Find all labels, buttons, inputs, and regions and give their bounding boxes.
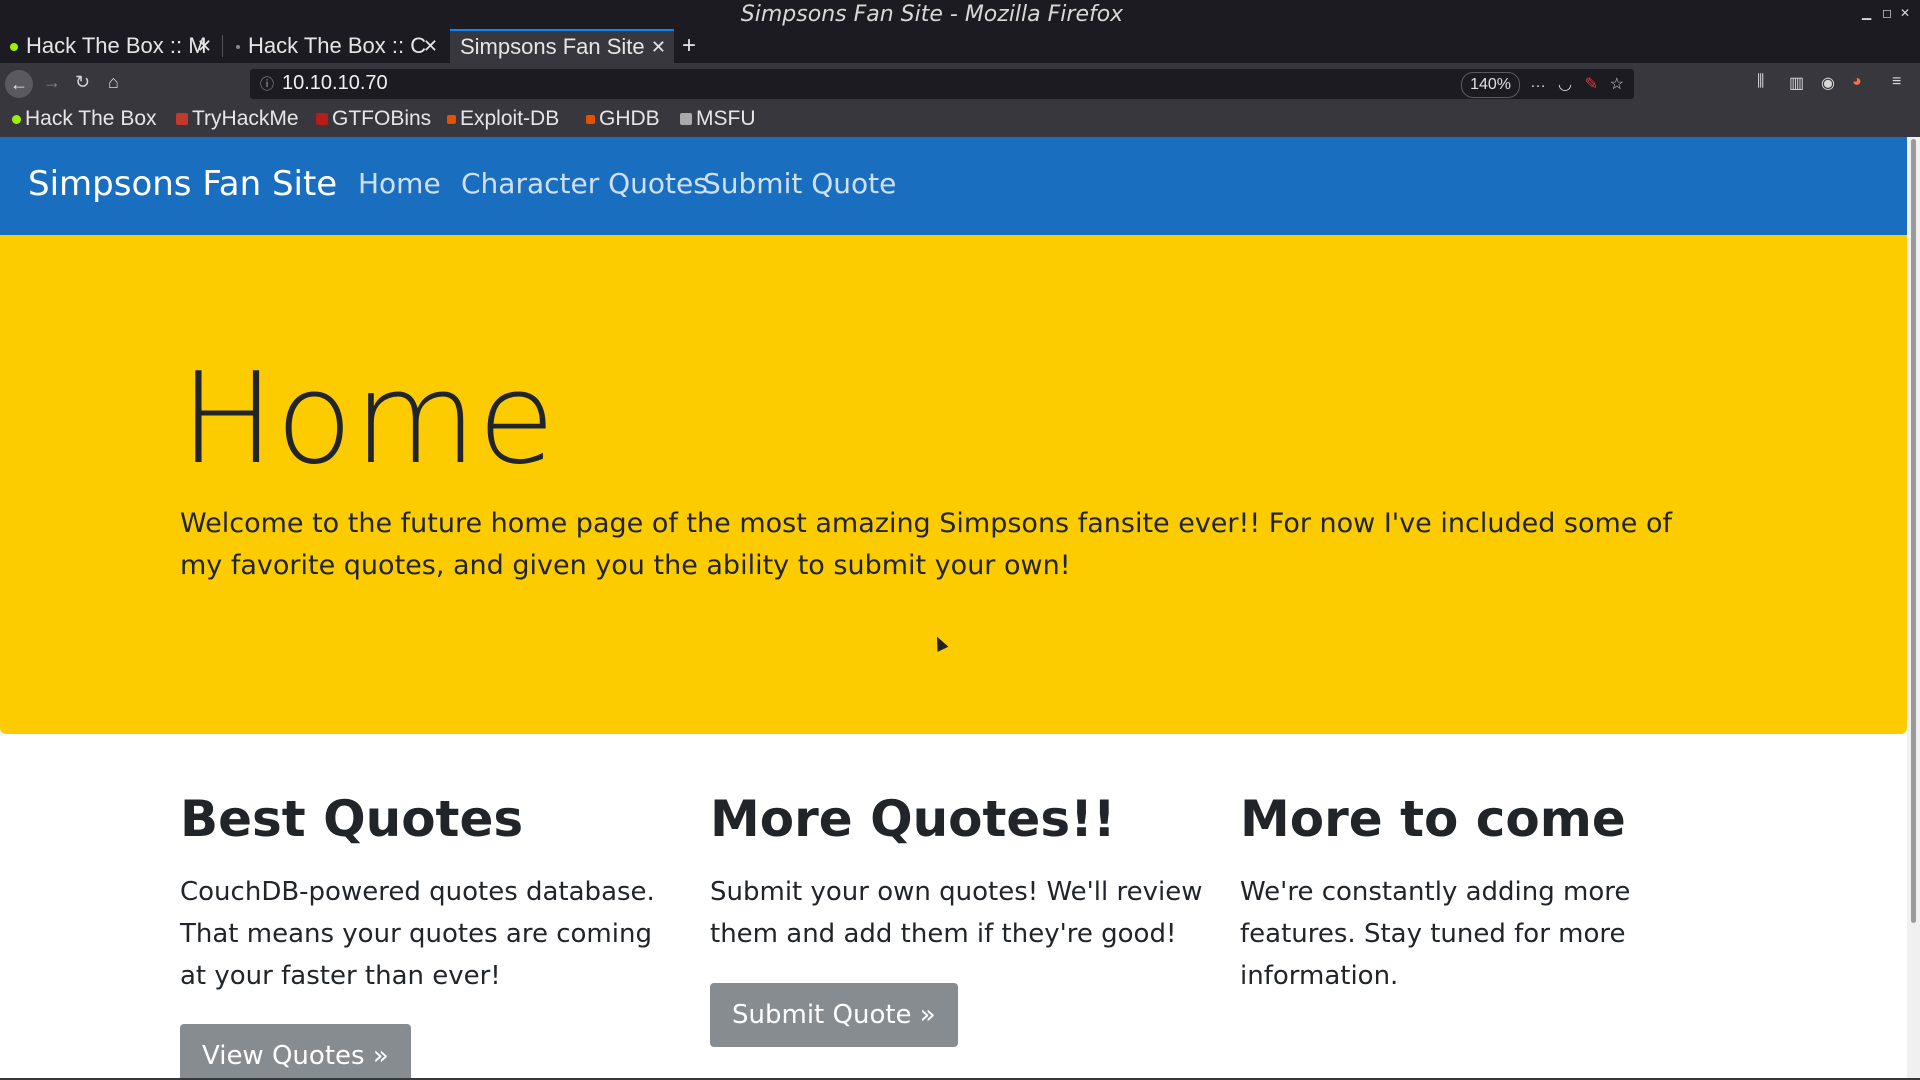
tab-favicon-icon xyxy=(10,43,18,52)
bookmark-label: Exploit-DB xyxy=(460,107,560,130)
scrollbar-thumb[interactable] xyxy=(1911,139,1916,923)
nav-home-link[interactable]: Home xyxy=(358,167,441,200)
tab-favicon-icon xyxy=(236,45,240,50)
site-info-icon[interactable]: ⓘ xyxy=(260,74,274,94)
bookmark-label: Hack The Box xyxy=(25,107,157,130)
column-text: Submit your own quotes! We'll review the… xyxy=(710,877,1203,949)
bookmarks-toolbar: Hack The Box TryHackMe GTFOBins Exploit-… xyxy=(0,105,1920,137)
bookmark-tryhackme-icon xyxy=(176,113,188,126)
tab-label: Hack The Box :: M xyxy=(26,33,207,58)
tab-label: Simpsons Fan Site xyxy=(460,34,645,59)
window-titlebar: Simpsons Fan Site - Mozilla Firefox ▁ ◻ … xyxy=(0,0,1920,29)
tab-strip: Hack The Box :: M ✕ Hack The Box :: C ✕ … xyxy=(0,29,1920,63)
nav-character-quotes-link[interactable]: Character Quotes xyxy=(461,167,708,200)
bookmark-ghdb[interactable]: GHDB xyxy=(586,107,660,131)
view-quotes-button[interactable]: View Quotes » xyxy=(180,1024,411,1078)
tab-hackthebox-1[interactable]: Hack The Box :: M ✕ xyxy=(0,29,220,63)
tab-simpsons-fan-site[interactable]: Simpsons Fan Site ✕ xyxy=(450,29,674,63)
bookmark-gtfobins[interactable]: GTFOBins xyxy=(316,107,431,131)
bookmark-tryhackme[interactable]: TryHackMe xyxy=(176,107,299,131)
column-best-quotes: Best Quotes CouchDB-powered quotes datab… xyxy=(180,789,680,997)
bookmark-exploitdb[interactable]: Exploit-DB xyxy=(447,107,559,131)
column-heading: Best Quotes xyxy=(180,790,524,848)
nav-toolbar: ← → ↻ ⌂ ⓘ 10.10.10.70 140% … ◡ ✎ ☆ ⫼ ▥ ◉… xyxy=(0,63,1920,105)
page-scrollbar[interactable] xyxy=(1907,137,1920,1078)
bookmark-label: GHDB xyxy=(599,107,660,130)
tab-label: Hack The Box :: C xyxy=(248,33,427,58)
sidebar-icon[interactable]: ▥ xyxy=(1789,73,1804,93)
close-window-icon[interactable]: ✕ xyxy=(1900,6,1910,20)
url-text: 10.10.10.70 xyxy=(282,72,388,94)
zoom-level[interactable]: 140% xyxy=(1461,72,1520,98)
new-tab-icon[interactable]: + xyxy=(682,29,696,63)
tab-close-icon[interactable]: ✕ xyxy=(651,31,666,63)
reload-icon[interactable]: ↻ xyxy=(75,72,90,93)
bookmark-exploitdb-icon xyxy=(447,114,456,124)
back-arrow-icon[interactable]: ← xyxy=(5,70,33,98)
bookmark-hackthebox-icon xyxy=(12,114,21,124)
library-icon[interactable]: ⫼ xyxy=(1757,73,1764,91)
column-text: We're constantly adding more features. S… xyxy=(1240,877,1631,991)
tab-divider xyxy=(222,35,223,57)
bookmark-msfu[interactable]: MSFU xyxy=(680,107,756,131)
menu-icon[interactable]: ≡ xyxy=(1892,73,1901,91)
site-navbar: Simpsons Fan Site Home Character Quotes … xyxy=(0,137,1907,235)
account-icon[interactable]: ◉ xyxy=(1821,73,1835,93)
web-page: Simpsons Fan Site Home Character Quotes … xyxy=(0,137,1907,1078)
tab-hackthebox-2[interactable]: Hack The Box :: C ✕ xyxy=(226,29,446,63)
hero-heading: Home xyxy=(180,345,557,492)
bookmark-label: TryHackMe xyxy=(192,107,299,130)
nav-submit-quote-link[interactable]: Submit Quote xyxy=(703,167,896,200)
bookmark-star-icon[interactable]: ☆ xyxy=(1610,74,1624,94)
submit-quote-button[interactable]: Submit Quote » xyxy=(710,983,958,1047)
column-heading: More Quotes!! xyxy=(710,790,1116,848)
hero-jumbotron: Home Welcome to the future home page of … xyxy=(0,235,1907,734)
bookmark-label: MSFU xyxy=(696,107,756,130)
pen-icon[interactable]: ✎ xyxy=(1585,74,1598,94)
column-more-quotes: More Quotes!! Submit your own quotes! We… xyxy=(710,789,1210,955)
pocket-icon[interactable]: ◡ xyxy=(1558,74,1572,94)
tab-close-icon[interactable]: ✕ xyxy=(423,29,438,63)
window-title: Simpsons Fan Site - Mozilla Firefox xyxy=(740,2,1124,27)
bookmark-label: GTFOBins xyxy=(332,107,432,130)
bookmark-ghdb-icon xyxy=(586,114,595,124)
tab-close-icon[interactable]: ✕ xyxy=(197,29,212,63)
bookmark-gtfobins-icon xyxy=(316,113,328,126)
maximize-icon[interactable]: ◻ xyxy=(1882,6,1892,20)
site-brand[interactable]: Simpsons Fan Site xyxy=(28,164,337,204)
forward-arrow-icon[interactable]: → xyxy=(43,72,61,93)
column-more-to-come: More to come We're constantly adding mor… xyxy=(1240,789,1740,997)
column-heading: More to come xyxy=(1240,790,1626,848)
home-icon[interactable]: ⌂ xyxy=(108,72,119,93)
minimize-icon[interactable]: ▁ xyxy=(1862,6,1871,20)
extension-icon[interactable]: ◕ xyxy=(1852,73,1862,91)
url-bar[interactable]: ⓘ 10.10.10.70 140% … ◡ ✎ ☆ xyxy=(250,69,1634,99)
hero-text: Welcome to the future home page of the m… xyxy=(180,508,1673,581)
bookmark-hackthebox[interactable]: Hack The Box xyxy=(12,107,157,131)
column-text: CouchDB-powered quotes database. That me… xyxy=(180,877,655,991)
bookmark-msfu-icon xyxy=(680,113,692,126)
page-actions-icon[interactable]: … xyxy=(1530,74,1546,92)
